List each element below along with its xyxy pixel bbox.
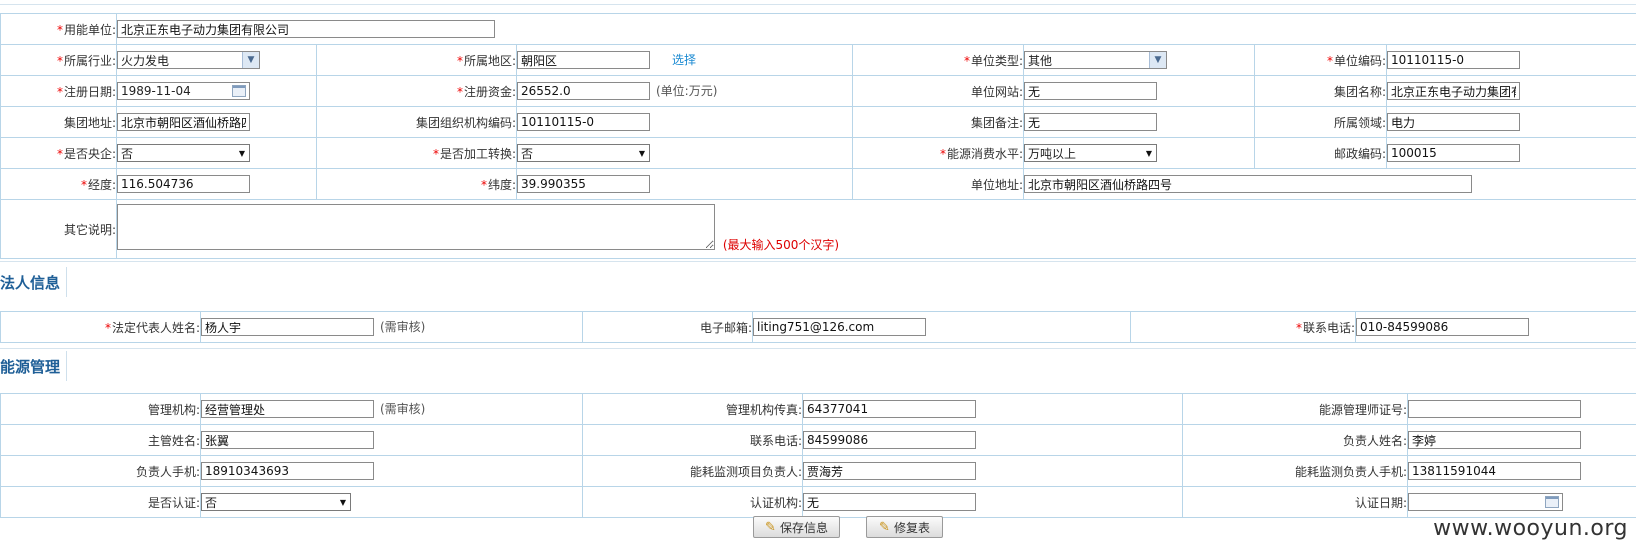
resp-mobile-label: 负责人手机: [0, 455, 201, 487]
dropdown-arrow-icon[interactable]: ▼ [235, 149, 249, 158]
capital-label: *注册资金: [316, 75, 517, 107]
cert-org-label: 认证机构: [582, 486, 803, 518]
section-divider [0, 348, 1636, 349]
legal-phone-input[interactable] [1356, 318, 1529, 336]
lat-label: *纬度: [316, 168, 517, 200]
other-hint: (最大输入500个汉字) [722, 238, 840, 252]
unit-type-label: *单位类型: [852, 44, 1024, 76]
certified-label: 是否认证: [0, 486, 201, 518]
reg-date-label: *注册日期: [0, 75, 117, 107]
energy-info-table: 管理机构: (需审核) 管理机构传真: 能源管理师证号: 主管姓名: 联系电话:… [0, 393, 1636, 518]
legal-section-title: 法人信息 [0, 267, 68, 297]
industry-combo[interactable]: 火力发电 ▼ [117, 51, 260, 69]
region-label: *所属地区: [316, 44, 517, 76]
unit-type-combo[interactable]: 其他 ▼ [1024, 51, 1167, 69]
resp-input[interactable] [1408, 431, 1581, 449]
unit-code-label: *单位编码: [1254, 44, 1387, 76]
pencil-icon: ✎ [879, 519, 890, 535]
pencil-icon: ✎ [765, 519, 776, 535]
org-label: 管理机构: [0, 393, 201, 425]
rep-hint: (需审核) [380, 319, 426, 334]
modify-button[interactable]: ✎ 修复表 [866, 516, 943, 538]
resp-mobile-input[interactable] [201, 462, 374, 480]
group-org-code-label: 集团组织机构编码: [316, 106, 517, 138]
central-select[interactable]: 否 ▼ [117, 144, 250, 162]
address-label: 单位地址: [852, 168, 1024, 200]
unit-label: *用能单位: [0, 13, 117, 45]
capital-input[interactable] [517, 82, 650, 101]
resp-label: 负责人姓名: [1182, 424, 1408, 456]
industry-label: *所属行业: [0, 44, 117, 76]
domain-input[interactable] [1387, 113, 1520, 131]
group-note-input[interactable] [1024, 113, 1157, 131]
reg-date-picker[interactable]: 1989-11-04 [117, 82, 250, 100]
chevron-down-icon[interactable]: ▼ [242, 52, 259, 68]
cert-date-picker[interactable] [1408, 493, 1563, 511]
tel-label: 联系电话: [582, 424, 803, 456]
cert-date-label: 认证日期: [1182, 486, 1408, 518]
lat-input[interactable] [517, 175, 650, 193]
group-name-label: 集团名称: [1254, 75, 1387, 107]
email-input[interactable] [753, 318, 926, 336]
dropdown-arrow-icon[interactable]: ▼ [336, 498, 350, 507]
other-textarea[interactable] [117, 204, 715, 250]
website-label: 单位网站: [852, 75, 1024, 107]
fax-input[interactable] [803, 400, 976, 418]
org-hint: (需审核) [380, 401, 426, 416]
group-org-code-input[interactable] [517, 113, 650, 131]
section-divider [0, 261, 1636, 262]
org-input[interactable] [201, 400, 374, 419]
region-input[interactable] [517, 51, 650, 70]
unit-code-input[interactable] [1387, 51, 1520, 69]
group-addr-label: 集团地址: [0, 106, 117, 138]
certified-select[interactable]: 否 ▼ [201, 493, 351, 511]
postcode-input[interactable] [1387, 144, 1520, 162]
processing-label: *是否加工转换: [316, 137, 517, 169]
chevron-down-icon[interactable]: ▼ [1149, 52, 1166, 68]
other-label: 其它说明: [0, 199, 117, 259]
energy-section-title: 能源管理 [0, 351, 68, 381]
cert-org-input[interactable] [803, 493, 976, 511]
capital-unit-hint: (单位:万元) [656, 83, 718, 98]
lng-input[interactable] [117, 175, 250, 193]
domain-label: 所属领域: [1254, 106, 1387, 138]
save-button[interactable]: ✎ 保存信息 [753, 516, 840, 538]
legal-info-table: *法定代表人姓名: (需审核) 电子邮箱: *联系电话: [0, 311, 1636, 343]
region-select-link[interactable]: 选择 [672, 53, 696, 67]
postcode-label: 邮政编码: [1254, 137, 1387, 169]
tel-input[interactable] [803, 431, 976, 449]
website-input[interactable] [1024, 82, 1157, 100]
rep-input[interactable] [201, 318, 374, 337]
top-divider [0, 4, 1636, 5]
unit-name-input[interactable] [117, 20, 495, 38]
cert-no-label: 能源管理师证号: [1182, 393, 1408, 425]
monitor-mobile-label: 能耗监测负责人手机: [1182, 455, 1408, 487]
energy-level-label: *能源消费水平: [852, 137, 1024, 169]
monitor-mobile-input[interactable] [1408, 462, 1581, 480]
calendar-icon[interactable] [232, 85, 246, 97]
central-label: *是否央企: [0, 137, 117, 169]
head-input[interactable] [201, 431, 374, 449]
company-info-table: *用能单位: *所属行业: 火力发电▼ *所属地区: 选择 *单位类型: 其他▼… [0, 13, 1636, 259]
address-input[interactable] [1024, 175, 1472, 193]
head-label: 主管姓名: [0, 424, 201, 456]
legal-phone-label: *联系电话: [1130, 311, 1356, 343]
dropdown-arrow-icon[interactable]: ▼ [1142, 149, 1156, 158]
watermark: www.wooyun.org [1433, 516, 1628, 541]
monitor-resp-input[interactable] [803, 462, 976, 480]
energy-level-select[interactable]: 万吨以上 ▼ [1024, 144, 1157, 162]
dropdown-arrow-icon[interactable]: ▼ [635, 149, 649, 158]
group-addr-input[interactable] [117, 113, 250, 131]
calendar-icon[interactable] [1545, 496, 1559, 508]
lng-label: *经度: [0, 168, 117, 200]
group-note-label: 集团备注: [852, 106, 1024, 138]
processing-select[interactable]: 否 ▼ [517, 144, 650, 162]
email-label: 电子邮箱: [582, 311, 753, 343]
cert-no-input[interactable] [1408, 400, 1581, 418]
fax-label: 管理机构传真: [582, 393, 803, 425]
rep-label: *法定代表人姓名: [0, 311, 201, 343]
group-name-input[interactable] [1387, 82, 1520, 100]
monitor-resp-label: 能耗监测项目负责人: [582, 455, 803, 487]
